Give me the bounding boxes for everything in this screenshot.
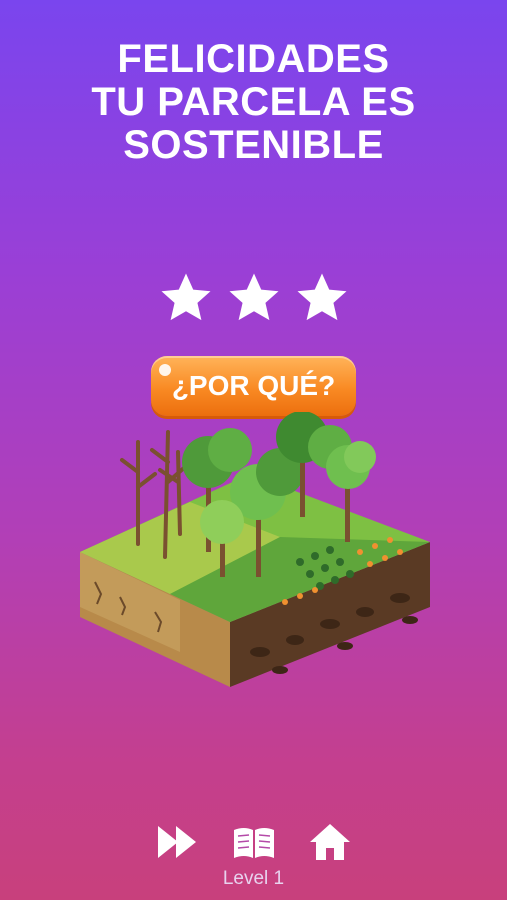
bottom-navigation — [0, 820, 507, 864]
fast-forward-icon[interactable] — [154, 820, 202, 864]
star-rating — [0, 270, 507, 326]
button-shine — [159, 364, 171, 376]
why-button[interactable]: ¿POR QUÉ? — [151, 356, 356, 416]
star-icon — [229, 273, 278, 321]
result-title: FELICIDADES TU PARCELA ES SOSTENIBLE — [0, 38, 507, 167]
home-icon[interactable] — [306, 820, 354, 864]
level-label: Level 1 — [222, 868, 285, 889]
title-line-3: SOSTENIBLE — [123, 123, 384, 167]
book-icon[interactable] — [230, 820, 278, 864]
star-icon — [297, 273, 346, 321]
star-icon — [161, 273, 210, 321]
title-line-2: TU PARCELA ES — [91, 80, 416, 124]
title-line-1: FELICIDADES — [117, 37, 390, 81]
why-button-label: ¿POR QUÉ? — [171, 370, 336, 401]
sustainable-plot-illustration — [80, 412, 430, 687]
